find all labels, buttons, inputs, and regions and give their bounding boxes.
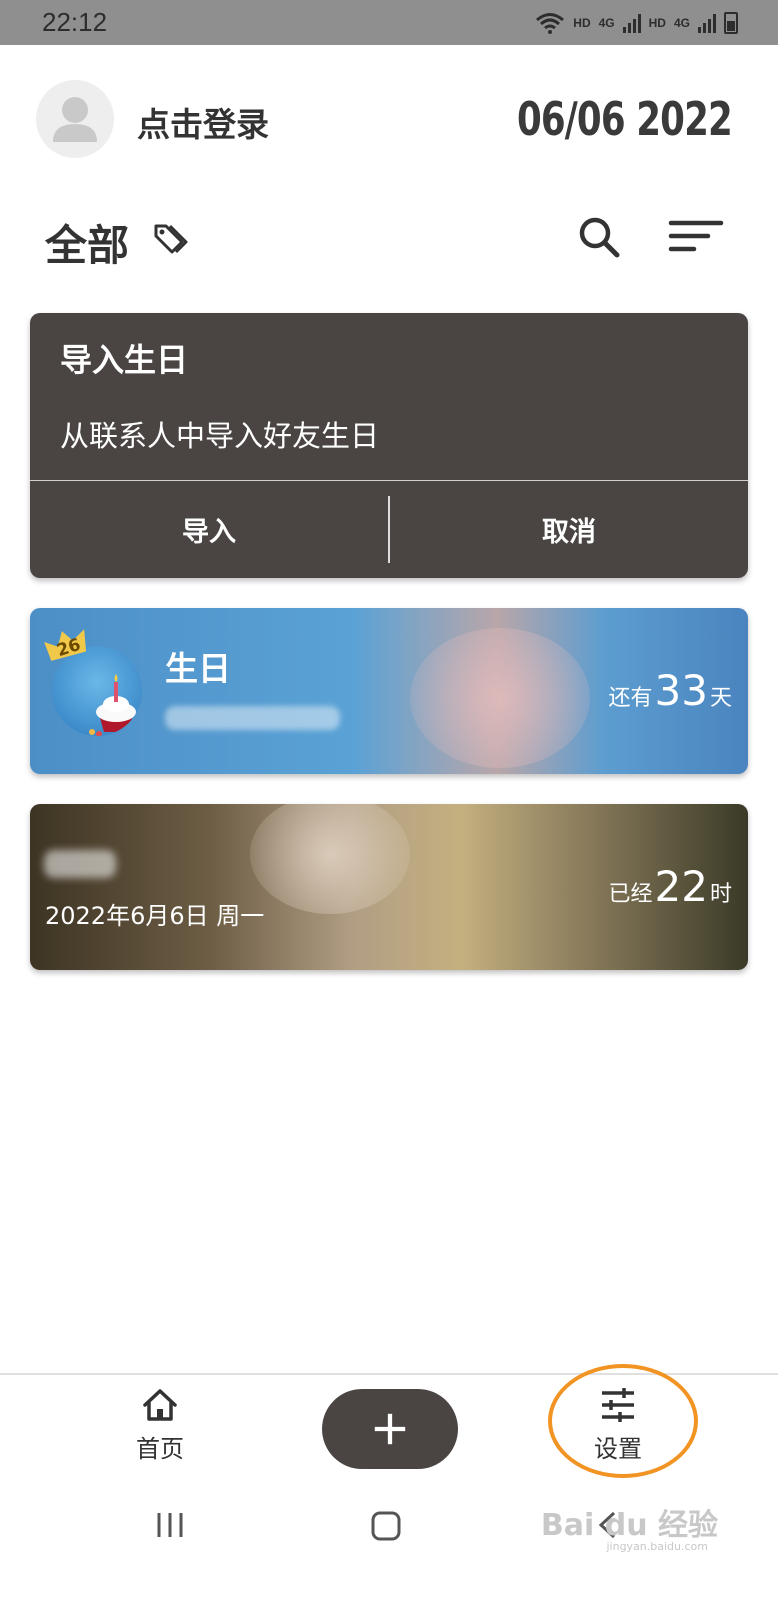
wifi-icon — [536, 12, 565, 34]
countdown-unit: 时 — [709, 882, 732, 907]
user-icon — [53, 97, 97, 142]
import-card-description: 从联系人中导入好友生日 — [60, 419, 380, 453]
hd-label-1: HD — [573, 15, 591, 30]
highlight-annotation — [548, 1364, 698, 1478]
event-card[interactable]: 2022年6月6日 周一 已经 22 时 — [30, 804, 748, 970]
event-subtitle-blurred — [165, 706, 340, 730]
cancel-button[interactable]: 取消 — [390, 481, 748, 578]
tag-icon[interactable] — [152, 220, 194, 258]
watermark-url: jingyan.baidu.com — [606, 1540, 708, 1553]
nav-home[interactable]: 首页 — [100, 1385, 220, 1469]
event-card-birthday[interactable]: 26 生日 还有 33 天 — [30, 608, 748, 774]
countdown-value: 22 — [654, 862, 708, 911]
status-bar: 22:12 HD 4G HD 4G — [0, 0, 778, 45]
countdown-unit: 天 — [709, 686, 732, 711]
countdown-prefix: 还有 — [608, 686, 653, 711]
home-button-icon[interactable] — [370, 1510, 402, 1542]
battery-icon — [724, 11, 738, 34]
event-title-blurred — [44, 850, 116, 878]
watermark-logo: Bai du 经验 — [540, 1508, 718, 1543]
current-date: 06/06 2022 — [517, 92, 733, 146]
network-4g-label-1: 4G — [598, 15, 615, 30]
signal-icon — [698, 13, 716, 33]
nav-home-label: 首页 — [136, 1435, 184, 1463]
search-icon[interactable] — [576, 214, 622, 260]
countdown-prefix: 已经 — [608, 882, 653, 907]
avatar[interactable] — [36, 80, 114, 158]
hd-label-2: HD — [648, 15, 666, 30]
background-image — [410, 628, 590, 768]
home-icon — [143, 1389, 177, 1421]
status-icons: HD 4G HD 4G — [535, 11, 738, 35]
status-time: 22:12 — [42, 7, 108, 37]
recent-apps-icon[interactable] — [155, 1510, 185, 1540]
login-link[interactable]: 点击登录 — [137, 98, 269, 146]
import-button[interactable]: 导入 — [30, 481, 388, 578]
signal-icon — [622, 13, 641, 33]
background-image — [250, 804, 410, 914]
event-date: 2022年6月6日 周一 — [45, 902, 265, 930]
countdown: 还有 33 天 — [609, 666, 732, 715]
import-card-title: 导入生日 — [60, 341, 189, 379]
countdown: 已经 22 时 — [609, 862, 732, 911]
countdown-value: 33 — [654, 666, 708, 715]
network-4g-label-2: 4G — [673, 15, 690, 30]
category-title[interactable]: 全部 — [45, 212, 129, 273]
import-birthday-card: 导入生日 从联系人中导入好友生日 导入 取消 — [30, 313, 748, 578]
plus-icon — [374, 1413, 406, 1445]
event-title: 生日 — [165, 649, 231, 688]
sort-icon[interactable] — [668, 218, 724, 254]
add-event-button[interactable] — [322, 1389, 458, 1469]
